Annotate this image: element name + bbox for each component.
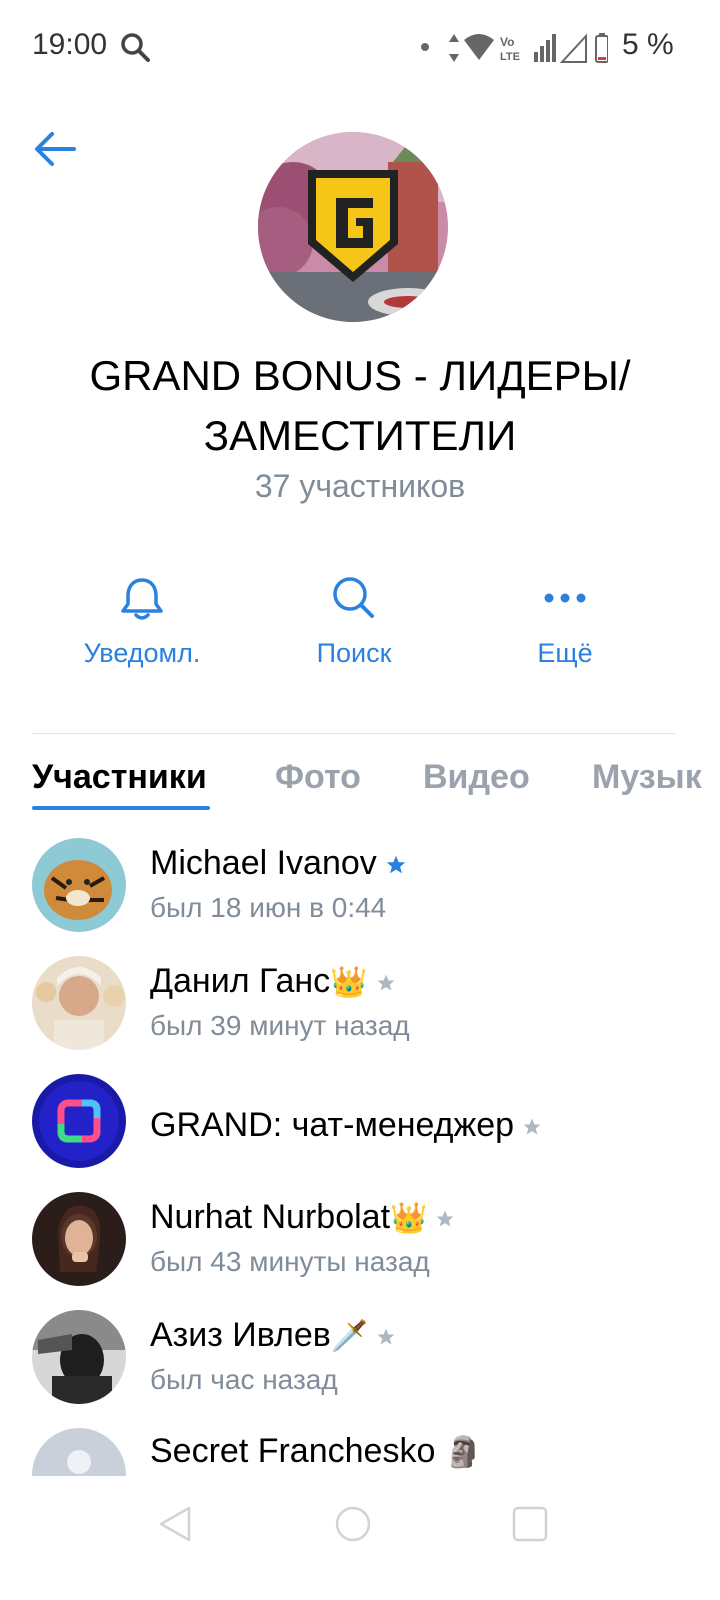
star-icon [377,1328,395,1345]
svg-text:Vo: Vo [500,35,514,49]
member-status: был 43 минуты назад [150,1246,430,1277]
star-icon [377,974,394,991]
notifications-label: Уведомл. [83,638,201,668]
search-label: Поиск [316,638,392,668]
star-icon [386,855,405,874]
battery-percent: 5 % [622,28,674,61]
list-item[interactable]: Азиз Ивлев🗡️ был час назад [0,1310,720,1420]
data-arrows-icon [449,34,459,62]
nav-home-icon[interactable] [334,1505,372,1543]
moai-emoji: 🗿 [444,1436,483,1469]
member-name: Nurhat Nurbolat👑 [150,1198,455,1237]
avatar [32,956,126,1050]
battery-low-icon [595,33,608,63]
list-item[interactable]: Michael Ivanov был 18 июн в 0:44 [0,838,720,948]
status-time: 19:00 [32,28,108,61]
list-item[interactable]: Nurhat Nurbolat👑 был 43 минуты назад [0,1192,720,1302]
system-status-icons: Vo LTE [449,33,608,63]
member-status: был 18 июн в 0:44 [150,892,387,923]
page-title: GRAND BONUS - ЛИДЕРЫ/ ЗАМЕСТИТЕЛИ [89,352,631,459]
nav-recents-icon[interactable] [511,1505,549,1543]
notifications-button[interactable]: Уведомл. [52,570,232,669]
list-item[interactable]: Secret Franchesko 🗿 [0,1428,720,1476]
dot-icon [421,43,429,51]
more-label: Ещё [537,638,593,668]
member-name: Michael Ivanov [150,844,407,883]
member-count: 37 участников [254,468,466,504]
tab-members[interactable]: Участники [32,758,207,797]
crown-emoji: 👑 [390,1202,428,1235]
avatar [32,1310,126,1404]
list-item[interactable]: Данил Ганс👑 был 39 минут назад [0,956,720,1066]
svg-text:LTE: LTE [500,51,520,63]
status-bar: 19:00 Vo LTE 5 % [0,0,720,95]
member-name: GRAND: чат-менеджер [150,1106,542,1145]
arrow-left-icon[interactable] [30,128,80,172]
avatar [32,1428,126,1476]
list-item[interactable]: GRAND: чат-менеджер [0,1074,720,1184]
wifi-icon [464,34,494,60]
sword-emoji: 🗡️ [330,1320,369,1353]
tab-photos[interactable]: Фото [275,758,361,797]
signal-empty-icon [559,33,587,63]
tab-videos[interactable]: Видео [423,758,530,797]
avatar [32,1192,126,1286]
search-icon [121,33,150,62]
more-dots-icon [544,593,586,603]
star-icon [523,1118,541,1135]
group-avatar[interactable] [258,132,448,322]
search-button[interactable]: Поиск [264,570,444,669]
member-name: Secret Franchesko 🗿 [150,1432,483,1470]
member-status: был 39 минут назад [150,1010,410,1041]
avatar [32,1074,126,1168]
star-icon [437,1210,454,1227]
volte-icon: Vo LTE [500,35,520,63]
signal-icon [534,34,556,62]
search-icon [333,577,374,618]
divider [32,733,675,734]
member-name: Азиз Ивлев🗡️ [150,1316,396,1355]
member-status: был час назад [150,1364,338,1395]
system-nav-bar [0,1478,720,1600]
more-button[interactable]: Ещё [475,570,655,669]
nav-back-icon[interactable] [157,1504,193,1544]
avatar [32,838,126,932]
member-name: Данил Ганс👑 [150,962,396,1001]
bell-icon [121,578,163,620]
tab-music[interactable]: Музык [592,758,702,797]
crown-emoji: 👑 [330,966,368,999]
tab-indicator [32,806,210,810]
